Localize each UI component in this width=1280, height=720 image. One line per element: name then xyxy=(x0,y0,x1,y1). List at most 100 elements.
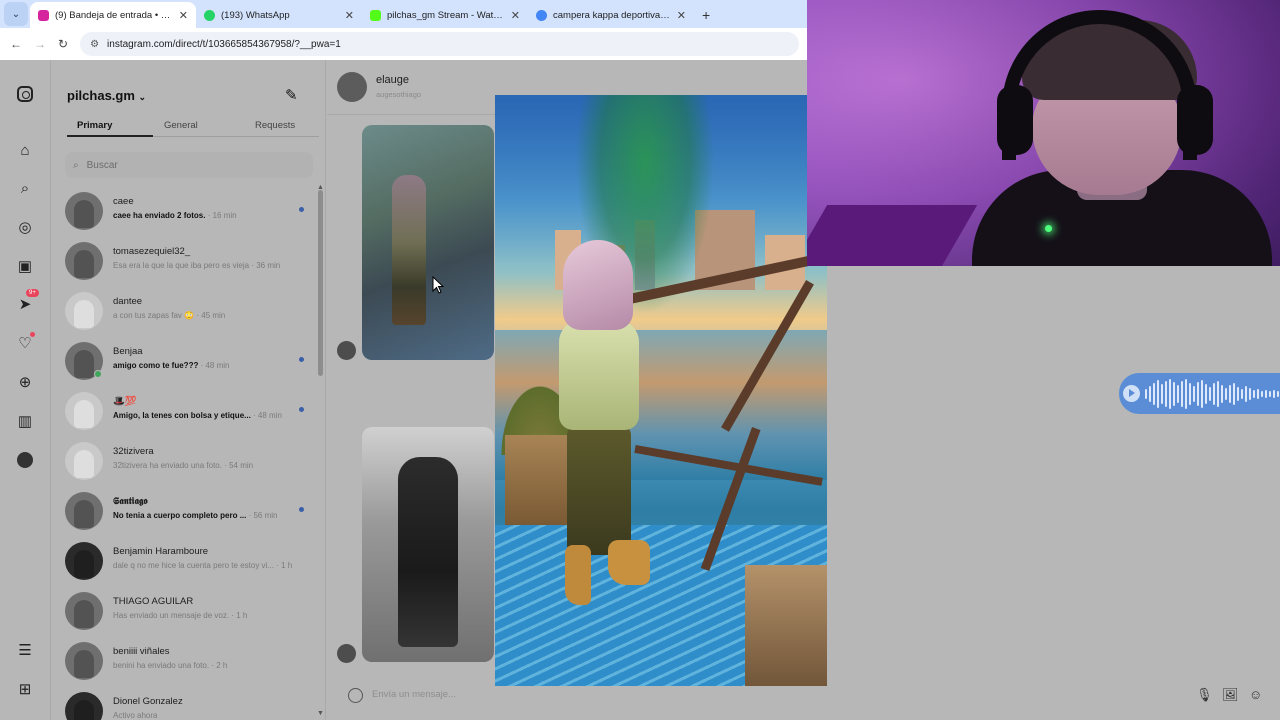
search-icon[interactable]: ⌕ xyxy=(15,178,35,198)
tab-primary[interactable]: Primary xyxy=(77,120,112,131)
avatar[interactable] xyxy=(65,542,103,580)
avatar[interactable] xyxy=(65,642,103,680)
avatar[interactable] xyxy=(65,692,103,720)
create-icon[interactable]: ⊕ xyxy=(15,372,35,392)
browser-tab-whatsapp[interactable]: (193) WhatsApp ✕ xyxy=(196,2,362,28)
avatar[interactable] xyxy=(65,492,103,530)
unread-dot xyxy=(299,207,304,212)
scroll-down-icon[interactable]: ▼ xyxy=(317,710,324,717)
more-menu-icon[interactable]: ☰ xyxy=(15,640,35,660)
forward-arrow-icon[interactable]: → xyxy=(34,37,46,51)
close-tab-icon[interactable]: ✕ xyxy=(179,9,188,22)
image-icon[interactable]: 🖼 xyxy=(1222,687,1239,703)
thread-name: Dionel Gonzalez xyxy=(113,696,183,707)
thread-preview: Activo ahora xyxy=(113,711,158,720)
thread-name: 32tizivera xyxy=(113,446,154,457)
tab-requests[interactable]: Requests xyxy=(255,120,295,131)
notifications-heart-icon[interactable]: ♡ xyxy=(15,332,35,353)
contact-avatar[interactable] xyxy=(337,72,367,102)
reels-icon[interactable]: ▣ xyxy=(15,256,35,276)
nav-rail: ⌂ ⌕ ◎ ▣ ➤ 9+ ♡ ⊕ ▥ ☰ ⊞ xyxy=(0,60,51,720)
avatar[interactable] xyxy=(65,292,103,330)
site-settings-icon[interactable]: ⚙ xyxy=(90,39,99,50)
thread-preview: amigo como te fue??? · 48 min xyxy=(113,361,230,370)
message-composer[interactable]: Envía un mensaje... 🎙 🖼 ☺ xyxy=(338,682,1280,710)
thread-preview: a con tus zapas fav 😳 · 45 min xyxy=(113,311,226,320)
sender-avatar xyxy=(337,644,356,663)
tab-general[interactable]: General xyxy=(164,120,198,131)
voice-message-bubble[interactable] xyxy=(1119,373,1280,414)
thread-name: 🎩💯 xyxy=(113,396,137,407)
thread-name: dantee xyxy=(113,296,143,307)
search-input[interactable]: ⌕ Buscar xyxy=(65,152,313,178)
thread-preview: Esa era la que la que iba pero es vieja … xyxy=(113,261,281,270)
unread-dot xyxy=(299,507,304,512)
thread-row[interactable]: dantee a con tus zapas fav 😳 · 45 min xyxy=(65,289,315,335)
mouse-cursor-icon xyxy=(432,276,444,294)
kick-favicon-icon xyxy=(370,9,381,21)
inbox-tabs: Primary General Requests xyxy=(51,120,326,140)
instagram-favicon-icon xyxy=(38,9,49,21)
webcam-overlay xyxy=(807,0,1280,266)
avatar[interactable] xyxy=(65,192,103,230)
thread-row[interactable]: 𝕾𝖆𝖓𝖙𝖎𝖆𝖌𝖔 No tenia a cuerpo completo pero … xyxy=(65,489,315,535)
thread-name: caee xyxy=(113,196,134,207)
new-tab-button[interactable]: + xyxy=(694,7,718,28)
reload-icon[interactable]: ↻ xyxy=(58,37,68,51)
emoji-icon[interactable] xyxy=(348,688,363,703)
thread-preview: dale q no me hice la cuenta pero te esto… xyxy=(113,561,293,570)
address-bar[interactable]: ⚙ instagram.com/direct/t/103665854367958… xyxy=(80,32,799,56)
instagram-logo-icon[interactable] xyxy=(15,84,35,104)
close-tab-icon[interactable]: ✕ xyxy=(511,9,520,22)
screen: ⌄ (9) Bandeja de entrada • Direct ✕ (193… xyxy=(0,0,1280,720)
home-icon[interactable]: ⌂ xyxy=(15,140,35,160)
thread-preview: Has enviado un mensaje de voz. · 1 h xyxy=(113,611,248,620)
browser-tab-instagram[interactable]: (9) Bandeja de entrada • Direct ✕ xyxy=(30,2,196,28)
message-input[interactable]: Envía un mensaje... xyxy=(372,689,456,700)
messages-icon[interactable]: ➤ 9+ xyxy=(15,289,39,314)
scrollbar-thumb[interactable] xyxy=(318,190,323,376)
dashboard-icon[interactable]: ▥ xyxy=(15,411,35,431)
thread-name: Benjaa xyxy=(113,346,143,357)
message-photo[interactable] xyxy=(362,427,494,662)
thread-preview: 32tizivera ha enviado una foto. · 54 min xyxy=(113,461,254,470)
tab-search-chevron-icon[interactable]: ⌄ xyxy=(4,2,28,26)
avatar[interactable] xyxy=(65,592,103,630)
thread-row[interactable]: 32tizivera 32tizivera ha enviado una foto… xyxy=(65,439,315,485)
sticker-icon[interactable]: ☺ xyxy=(1249,687,1262,702)
back-arrow-icon[interactable]: ← xyxy=(10,37,22,51)
inbox-panel: pilchas.gm ⌄ ✎ Primary General Requests … xyxy=(51,60,326,720)
browser-tab-strip: ⌄ (9) Bandeja de entrada • Direct ✕ (193… xyxy=(0,0,807,28)
browser-tab-kick[interactable]: pilchas_gm Stream - Watch Live ✕ xyxy=(362,2,528,28)
online-status-dot xyxy=(94,370,102,378)
message-photo[interactable] xyxy=(362,125,494,360)
thread-row[interactable]: beniiii viñales benini ha enviado una fot… xyxy=(65,639,315,685)
whatsapp-favicon-icon xyxy=(204,9,215,21)
browser-tab-google[interactable]: campera kappa deportiva - Bus ✕ xyxy=(528,2,694,28)
notification-dot xyxy=(30,332,35,337)
apps-icon[interactable]: ⊞ xyxy=(15,679,35,699)
thread-row[interactable]: Benjamin Haramboure dale q no me hice la … xyxy=(65,539,315,585)
thread-preview: benini ha enviado una foto. · 2 h xyxy=(113,661,228,670)
thread-name: beniiii viñales xyxy=(113,646,170,657)
new-message-icon[interactable]: ✎ xyxy=(285,86,298,104)
thread-row[interactable]: 🎩💯 Amigo, la tenes con bolsa y etique... … xyxy=(65,389,315,435)
play-icon[interactable] xyxy=(1123,385,1140,402)
thread-row[interactable]: Benjaa amigo como te fue??? · 48 min xyxy=(65,339,315,385)
thread-row[interactable]: tomasezequiel32_ Esa era la que la que ib… xyxy=(65,239,315,285)
explore-icon[interactable]: ◎ xyxy=(15,217,35,237)
enlarged-photo xyxy=(495,95,827,686)
thread-row[interactable]: Dionel Gonzalez Activo ahora xyxy=(65,689,315,720)
sender-avatar xyxy=(337,341,356,360)
avatar[interactable] xyxy=(65,442,103,480)
microphone-icon[interactable]: 🎙 xyxy=(1196,687,1213,703)
avatar[interactable] xyxy=(65,242,103,280)
avatar[interactable] xyxy=(65,392,103,430)
account-switcher[interactable]: pilchas.gm ⌄ xyxy=(67,88,146,103)
close-tab-icon[interactable]: ✕ xyxy=(677,9,686,22)
thread-row[interactable]: caee caee ha enviado 2 fotos. · 16 min xyxy=(65,189,315,235)
close-tab-icon[interactable]: ✕ xyxy=(345,9,354,22)
thread-row[interactable]: THIAGO AGUILAR Has enviado un mensaje de … xyxy=(65,589,315,635)
profile-avatar-icon[interactable] xyxy=(15,450,35,470)
contact-name: elauge xyxy=(376,74,410,86)
